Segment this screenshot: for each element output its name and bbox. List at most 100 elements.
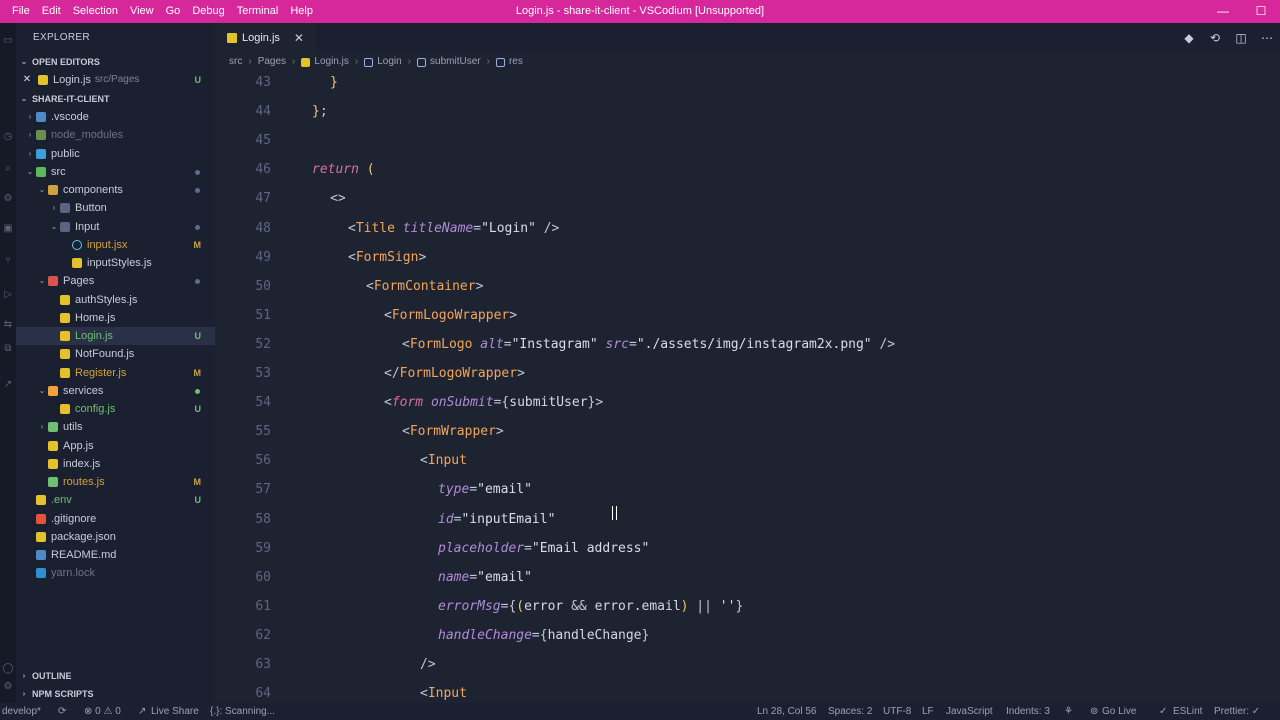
file-encoding[interactable]: UTF-8 — [883, 703, 911, 720]
minimize-button[interactable]: — — [1204, 0, 1242, 23]
breadcrumb-src[interactable]: src — [229, 53, 242, 71]
tree-item-config-js[interactable]: config.js U — [16, 400, 215, 418]
outline-section[interactable]: › OUTLINE — [16, 667, 215, 685]
menu-view[interactable]: View — [124, 0, 160, 23]
menu-debug[interactable]: Debug — [186, 0, 230, 23]
tree-item-home-js[interactable]: Home.js — [16, 309, 215, 327]
code-line: 62 handleChange={handleChange} — [215, 621, 1280, 650]
menu-selection[interactable]: Selection — [67, 0, 124, 23]
sync-icon[interactable]: ⟳ — [58, 703, 66, 720]
chevron-right-icon: › — [248, 56, 252, 67]
tree-item-login-js[interactable]: Login.js U — [16, 327, 215, 345]
code-line: 52 <FormLogo alt="Instagram" src="./asset… — [215, 330, 1280, 359]
tree-item-vscode[interactable]: › .vscode — [16, 108, 215, 126]
accounts-icon[interactable]: ◯ — [2, 663, 14, 675]
code-editor[interactable]: 43} 44}; 45 46 return (47 <> 48 <Title titleNam… — [215, 71, 1280, 703]
code-token: FormLogoWrapper — [391, 307, 510, 323]
problems-indicator[interactable]: ⊗ 0 ⚠ 0 — [84, 703, 121, 720]
tree-item-button[interactable]: › Button — [16, 199, 215, 217]
project-section[interactable]: ⌄ SHARE-IT-CLIENT — [16, 90, 215, 108]
menu-go[interactable]: Go — [160, 0, 187, 23]
tree-item-gitignore[interactable]: .gitignore — [16, 510, 215, 528]
code-token: Title — [355, 220, 395, 236]
breadcrumb-pages[interactable]: Pages — [258, 53, 286, 71]
prettier-status[interactable]: Prettier: ✓ — [1214, 703, 1260, 720]
open-editor-name: Login.js — [53, 74, 91, 86]
tree-item-input-jsx[interactable]: input.jsx M — [16, 236, 215, 254]
tree-item-pages[interactable]: ⌄ Pages — [16, 272, 215, 290]
open-editors-section[interactable]: ⌄ OPEN EDITORS — [16, 53, 215, 71]
tree-item-label: yarn.lock — [51, 567, 96, 580]
code-token: = — [473, 220, 482, 236]
breadcrumb-symbol-login[interactable]: Login — [377, 53, 401, 71]
tree-item-notfound-js[interactable]: NotFound.js — [16, 345, 215, 363]
tree-item-env[interactable]: .env U — [16, 491, 215, 509]
close-icon[interactable]: ✕ — [16, 71, 38, 89]
tab-login-js[interactable]: Login.js ✕ — [215, 23, 316, 53]
liveshare-button[interactable]: Live Share — [151, 703, 199, 720]
tree-item-authstyles-js[interactable]: authStyles.js — [16, 291, 215, 309]
tree-item-public[interactable]: › public — [16, 145, 215, 163]
extensions-icon[interactable]: ▣ — [2, 223, 14, 235]
breadcrumb-symbol-submituser[interactable]: submitUser — [430, 53, 481, 71]
liveshare-icon[interactable]: ↗ — [138, 703, 146, 720]
open-editor-item[interactable]: ✕ Login.js src/Pages U — [16, 71, 215, 89]
open-changes-icon[interactable]: ⟲ — [1202, 31, 1228, 45]
code-text: placeholder="Email address" — [438, 534, 649, 563]
maximize-button[interactable]: ☐ — [1242, 0, 1280, 23]
indentation-spaces[interactable]: Spaces: 2 — [828, 703, 872, 720]
tree-item-src[interactable]: ⌄ src — [16, 163, 215, 181]
close-icon[interactable]: ✕ — [294, 31, 304, 45]
tree-item-package-json[interactable]: package.json — [16, 528, 215, 546]
tree-item-input[interactable]: ⌄ Input — [16, 218, 215, 236]
split-editor-icon[interactable]: ◫ — [1228, 31, 1254, 45]
git-compare-icon[interactable]: ◆ — [1176, 31, 1202, 45]
explorer-icon[interactable]: ▭ — [2, 35, 14, 47]
tree-item-readme-md[interactable]: README.md — [16, 546, 215, 564]
breadcrumb: src › Pages › Login.js › Login › submitU… — [215, 53, 1280, 71]
tree-item-index-js[interactable]: index.js — [16, 455, 215, 473]
code-token: } — [330, 75, 338, 90]
tree-item-inputstyles-js[interactable]: inputStyles.js — [16, 254, 215, 272]
menu-terminal[interactable]: Terminal — [231, 0, 285, 23]
npm-scripts-section[interactable]: › NPM SCRIPTS — [16, 685, 215, 703]
tree-item-app-js[interactable]: App.js — [16, 437, 215, 455]
code-text: <Input — [420, 446, 467, 475]
tree-item-routes-js[interactable]: routes.js M — [16, 473, 215, 491]
tree-item-components[interactable]: ⌄ components — [16, 181, 215, 199]
tree-item-node-modules[interactable]: › node_modules — [16, 126, 215, 144]
language-mode[interactable]: JavaScript — [946, 703, 993, 720]
go-live-button[interactable]: Go Live — [1102, 703, 1136, 720]
eslint-status[interactable]: ESLint — [1173, 703, 1202, 720]
code-text: <Input — [420, 679, 467, 703]
tree-item-yarn-lock[interactable]: yarn.lock — [16, 564, 215, 582]
liveshare-icon[interactable]: ↗ — [2, 379, 14, 391]
tree-item-services[interactable]: ⌄ services — [16, 382, 215, 400]
folder-icon — [48, 422, 58, 433]
source-control-icon[interactable]: ⑂ — [2, 255, 14, 267]
history-icon[interactable]: ◷ — [2, 131, 14, 143]
breadcrumb-file[interactable]: Login.js — [314, 53, 348, 71]
menu-help[interactable]: Help — [284, 0, 319, 23]
menu-edit[interactable]: Edit — [36, 0, 67, 23]
line-number: 63 — [255, 657, 271, 672]
tree-icon[interactable]: ⧉ — [2, 343, 14, 355]
tree-item-label: utils — [63, 421, 83, 434]
more-actions-icon[interactable]: ⋯ — [1254, 31, 1280, 45]
feedback-icon[interactable]: ⚘ — [1064, 703, 1073, 720]
breadcrumb-symbol-res[interactable]: res — [509, 53, 523, 71]
code-token: placeholder — [438, 540, 525, 556]
chevron-down-icon: ⌄ — [50, 221, 58, 231]
debug-icon[interactable]: ▷ — [2, 289, 14, 301]
manage-icon[interactable]: ⚙ — [2, 681, 14, 693]
settings-icon[interactable]: ⚙ — [2, 193, 14, 205]
remote-icon[interactable]: ⇆ — [2, 319, 14, 331]
tree-item-register-js[interactable]: Register.js M — [16, 364, 215, 382]
menu-file[interactable]: File — [6, 0, 36, 23]
end-of-line[interactable]: LF — [922, 703, 934, 720]
tree-item-utils[interactable]: › utils — [16, 418, 215, 436]
cursor-position[interactable]: Ln 28, Col 56 — [757, 703, 817, 720]
git-branch[interactable]: develop* — [2, 703, 41, 720]
search-icon[interactable]: ⌕ — [2, 163, 14, 175]
